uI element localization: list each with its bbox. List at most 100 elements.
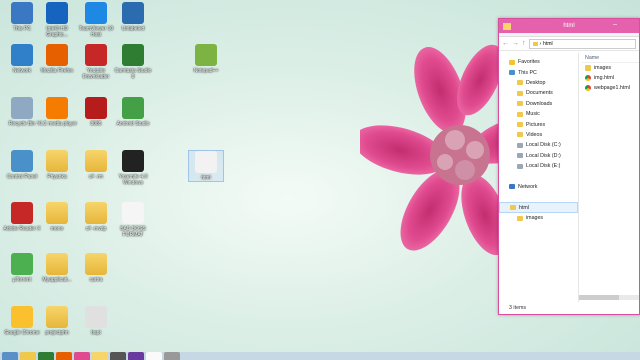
file-row[interactable]: img.html — [582, 73, 639, 83]
desktop-icon-c-mvdp[interactable]: c# -mvdp — [78, 202, 114, 232]
file-row[interactable]: images — [582, 63, 639, 73]
nav-item-local-disk-c[interactable]: Local Disk (C:) — [499, 140, 578, 150]
control-panel-icon — [11, 150, 33, 172]
horizontal-scrollbar[interactable] — [579, 295, 639, 300]
address-box[interactable]: › html — [528, 38, 636, 49]
desktop-icon-unlabeled[interactable]: Unlabeled — [115, 2, 151, 32]
minimize-button[interactable]: – — [613, 21, 617, 28]
chrome-html-icon — [195, 151, 217, 173]
network-icon — [11, 44, 33, 66]
teamviewer-icon — [85, 2, 107, 24]
taskbar-app-explorer[interactable] — [20, 352, 36, 360]
nav-item-label: Videos — [526, 131, 543, 138]
status-bar: 3 items — [499, 302, 639, 314]
taskbar-app-folder[interactable] — [92, 352, 108, 360]
desktop-icon-adobe-reader-x[interactable]: Adobe Reader X — [4, 202, 40, 232]
start-button[interactable] — [2, 352, 18, 360]
nav-item-local-disk-e[interactable]: Local Disk (E:) — [499, 161, 578, 171]
desktop-icon-html[interactable]: html — [188, 150, 224, 182]
desktop-icon-cartra[interactable]: cartra — [78, 253, 114, 283]
nav-item-local-disk-d[interactable]: Local Disk (D:) — [499, 151, 578, 161]
desktop-icon-mozilla-firefox[interactable]: Mozilla Firefox — [39, 44, 75, 74]
firefox-icon — [46, 44, 68, 66]
desktop-icon-recycle-bin[interactable]: Recycle Bin — [4, 97, 40, 127]
nav-item-images[interactable]: images — [499, 213, 578, 223]
desktop-icon-label: Youtube Downloader — [82, 68, 110, 80]
desktop-icon-projectphn[interactable]: projectphn — [39, 306, 75, 336]
desktop-icon-teamviewer-10-host[interactable]: TeamViewer 10 Host — [78, 2, 114, 38]
taskbar-app-vs[interactable] — [128, 352, 144, 360]
desktop-icon-youtube-downloader[interactable]: Youtube Downloader — [78, 44, 114, 80]
computer-icon — [509, 70, 515, 76]
nav-item-music[interactable]: Music — [499, 109, 578, 119]
nav-item-network[interactable]: Network — [499, 182, 578, 192]
explorer-title-bar[interactable]: html – — [499, 19, 639, 33]
desktop-icon-this-pc[interactable]: This PC — [4, 2, 40, 32]
desktop-icon-yosemite-4-0-windows[interactable]: Yosemite 4.0 Windows — [115, 150, 151, 186]
folder-icon — [85, 202, 107, 224]
desktop-icon-camtasia-studio-8[interactable]: Camtasia Studio 8 — [115, 44, 151, 80]
desktop-icon-torrent[interactable]: µTorrent — [4, 253, 40, 283]
desktop-icon-network[interactable]: Network — [4, 44, 40, 74]
file-explorer-window[interactable]: html – ← → ↑ › html Favorites This PC Desk… — [498, 18, 640, 315]
desktop-icon-mono[interactable]: mono — [39, 202, 75, 232]
desktop-icon-bapt[interactable]: bapt — [78, 306, 114, 336]
nav-item-label: This PC — [518, 69, 537, 76]
nav-item-pictures[interactable]: Pictures — [499, 119, 578, 129]
chrome-icon — [585, 85, 591, 91]
taskbar-app-firefox[interactable] — [56, 352, 72, 360]
taskbar-app-white[interactable] — [146, 352, 162, 360]
nav-item-documents[interactable]: Documents — [499, 88, 578, 98]
nav-item-this-pc[interactable]: This PC — [499, 67, 578, 77]
desktop-icon-android-studio[interactable]: Android Studio — [115, 97, 151, 127]
taskbar-app-dark[interactable] — [110, 352, 126, 360]
8085-icon — [85, 97, 107, 119]
desktop-icon-label: Mozilla Firefox — [40, 68, 74, 74]
youtube-downloader-icon — [85, 44, 107, 66]
document-icon — [122, 202, 144, 224]
up-arrow-icon[interactable]: ↑ — [522, 40, 526, 47]
desktop-icon-bad-boss-format[interactable]: BAD BOSS FORMAT — [115, 202, 151, 238]
nav-item-label: images — [526, 215, 544, 222]
file-row[interactable]: webpage1.html — [582, 83, 639, 93]
desktop-icon-intel-hd-graphic[interactable]: Intel® HD Graphic... — [39, 2, 75, 38]
file-name: images — [594, 65, 612, 71]
column-header-name[interactable]: Name — [582, 53, 639, 63]
desktop-icon-google-chrome[interactable]: Google Chrome — [4, 306, 40, 336]
back-arrow-icon[interactable]: ← — [502, 40, 509, 47]
desktop-icon-8085[interactable]: 8085 — [78, 97, 114, 127]
taskbar-app-media[interactable] — [38, 352, 54, 360]
nav-item-downloads[interactable]: Downloads — [499, 99, 578, 109]
folder-icon — [46, 253, 68, 275]
folder-icon — [517, 90, 523, 96]
desktop-icon-label: This PC — [13, 26, 31, 32]
explorer-body: Favorites This PC Desktop Documents Download… — [499, 53, 639, 302]
desktop-icon-vlc-media-player[interactable]: VLC media player — [37, 97, 77, 127]
item-count: 3 items — [509, 305, 527, 311]
nav-item-label: Favorites — [518, 59, 540, 66]
desktop-icon-notepad[interactable]: Notepad++ — [188, 44, 224, 74]
taskbar-app-gray[interactable] — [164, 352, 180, 360]
file-icon — [85, 306, 107, 328]
nav-item-html[interactable]: html — [499, 202, 578, 213]
folder-icon — [85, 150, 107, 172]
taskbar-app-record[interactable] — [74, 352, 90, 360]
chrome-icon — [11, 306, 33, 328]
desktop-icon-c-rm[interactable]: c# -rm — [78, 150, 114, 180]
forward-arrow-icon[interactable]: → — [512, 40, 519, 47]
nav-item-label: Local Disk (D:) — [526, 152, 561, 159]
nav-item-videos[interactable]: Videos — [499, 130, 578, 140]
nav-item-desktop[interactable]: Desktop — [499, 78, 578, 88]
desktop-icon-priyanka[interactable]: Priyanka — [39, 150, 75, 180]
folder-icon — [517, 132, 523, 138]
desktop-icon-label: Network — [12, 68, 32, 74]
nav-item-favorites[interactable]: Favorites — [499, 57, 578, 67]
desktop-icon-myapplicati[interactable]: Myapplicati... — [39, 253, 75, 283]
nav-item-label: Desktop — [526, 79, 546, 86]
desktop-icon-label: Intel® HD Graphic... — [46, 26, 68, 38]
nav-item-label: Local Disk (C:) — [526, 142, 561, 149]
desktop-icon-label: html — [201, 175, 211, 181]
desktop-icon-control-panel[interactable]: Control Panel — [4, 150, 40, 180]
folder-icon — [517, 101, 523, 107]
scroll-thumb[interactable] — [579, 295, 619, 300]
